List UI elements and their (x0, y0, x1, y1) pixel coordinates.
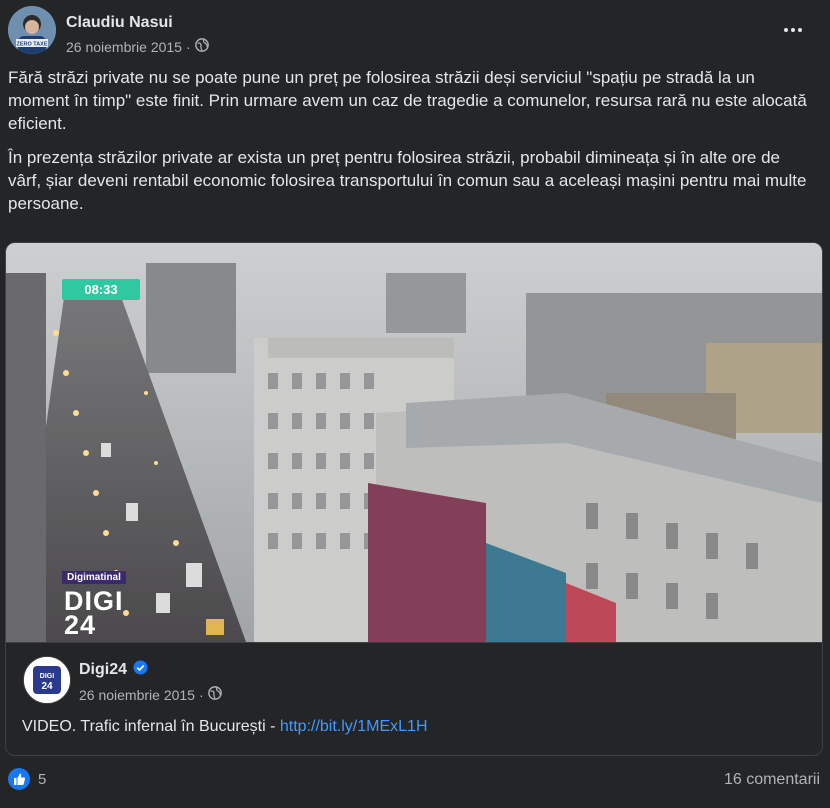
post-body: Fără străzi private nu se poate pune un … (8, 66, 814, 226)
page-post-date[interactable]: 26 noiembrie 2015 (79, 687, 195, 703)
channel-logo: DIGI 24 (64, 588, 124, 640)
author-name[interactable]: Claudiu Nasui (66, 14, 173, 32)
facebook-post: ZERO TAXE Claudiu Nasui 26 noiembrie 201… (0, 0, 830, 808)
page-avatar[interactable]: DIGI 24 (23, 656, 71, 704)
post-paragraph-1: Fără străzi private nu se poate pune un … (8, 68, 807, 133)
comments-count[interactable]: 16 comentarii (724, 771, 820, 789)
digi24-logo-icon: DIGI 24 (24, 657, 70, 703)
video-time-badge: 08:33 (62, 279, 140, 300)
author-avatar[interactable]: ZERO TAXE (8, 6, 56, 54)
post-paragraph-2: În prezența străzilor private ar exista … (8, 148, 807, 213)
post-footer: 5 16 comentarii (8, 764, 820, 798)
globe-icon[interactable] (207, 686, 222, 703)
verified-badge-icon (133, 660, 148, 680)
page-name-label[interactable]: Digi24 (79, 661, 127, 679)
like-icon[interactable] (8, 768, 30, 790)
avatar-caption: ZERO TAXE (16, 42, 47, 48)
page-logo-number: 24 (41, 681, 53, 692)
post-header: ZERO TAXE Claudiu Nasui 26 noiembrie 201… (8, 6, 820, 58)
like-count[interactable]: 5 (38, 771, 46, 788)
page-meta: 26 noiembrie 2015 · (79, 686, 222, 703)
meta-separator: · (198, 686, 204, 703)
shared-post-caption: VIDEO. Trafic infernal în București - (22, 718, 280, 735)
meta-separator: · (185, 38, 191, 55)
channel-logo-line2: 24 (64, 610, 97, 640)
avatar-image: ZERO TAXE (8, 6, 56, 54)
shared-post-card[interactable]: 08:33 Digimatinal DIGI 24 DIGI 24 Digi24 (5, 242, 823, 756)
post-meta: 26 noiembrie 2015 · (66, 38, 209, 55)
channel-tag: Digimatinal (62, 571, 126, 584)
globe-icon[interactable] (194, 38, 209, 55)
post-date[interactable]: 26 noiembrie 2015 (66, 39, 182, 55)
shared-page-info: DIGI 24 Digi24 26 noiembrie 2015 · VIDEO… (6, 642, 822, 755)
traffic-scene-image (6, 243, 822, 642)
shared-post-link[interactable]: http://bit.ly/1MExL1H (280, 718, 428, 735)
more-options-icon[interactable] (784, 22, 806, 38)
video-thumbnail[interactable]: 08:33 Digimatinal DIGI 24 (6, 243, 822, 642)
page-name[interactable]: Digi24 (79, 660, 148, 680)
page-logo-text: DIGI (40, 673, 54, 680)
shared-post-text: VIDEO. Trafic infernal în București - ht… (22, 718, 428, 736)
